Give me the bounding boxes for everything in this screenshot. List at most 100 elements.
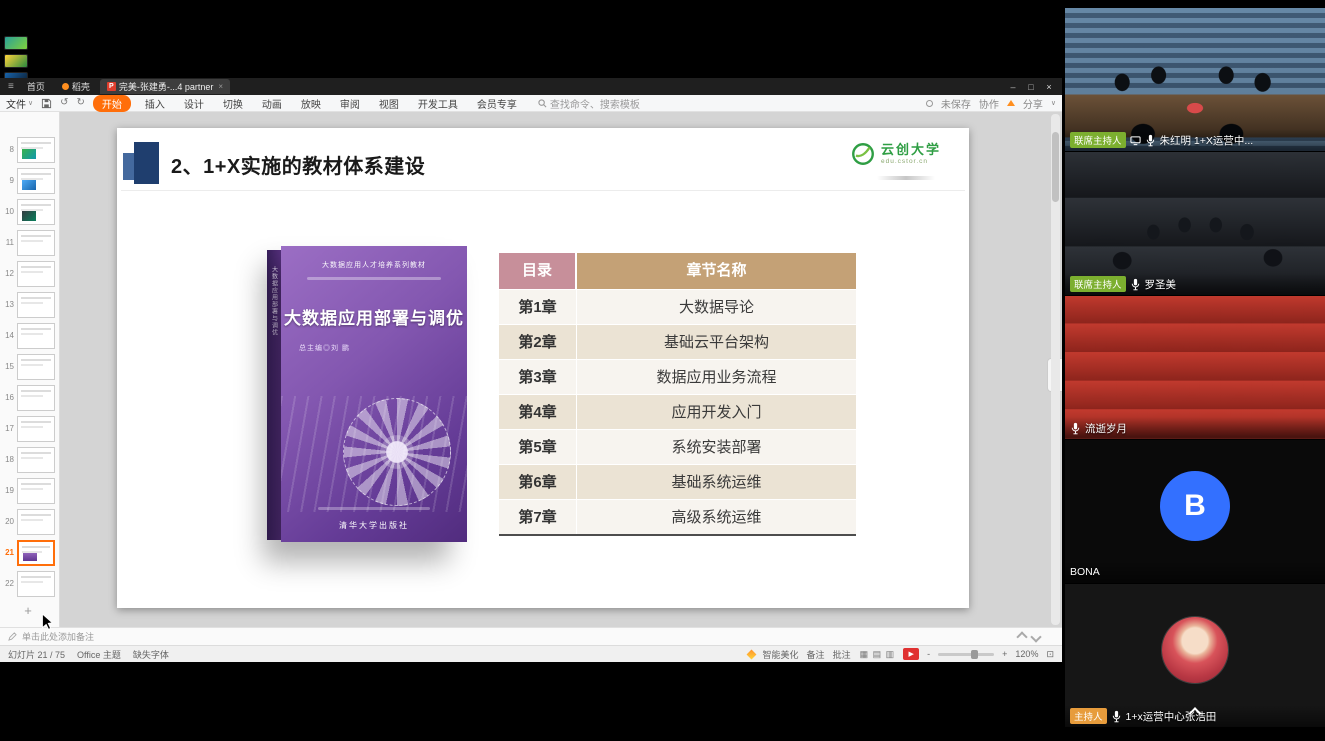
ribbon-tabs: 开始 插入 设计 切换 动画 放映 审阅 视图 开发工具 会员专享 <box>93 95 522 112</box>
slide-thumbnail[interactable]: 10 <box>2 198 59 225</box>
slide-thumbnail-preview <box>17 323 55 349</box>
letter-avatar: B <box>1160 471 1230 541</box>
zoom-out-button[interactable]: - <box>927 649 930 659</box>
video-tile-bona[interactable]: B BONA <box>1065 440 1325 584</box>
reading-view-icon[interactable]: ▥ <box>885 649 896 659</box>
ribbon-tab-transition[interactable]: 切换 <box>218 95 248 112</box>
ribbon-tab-devtools[interactable]: 开发工具 <box>413 95 463 112</box>
slide-thumbnail-selected[interactable]: 21 <box>2 539 59 566</box>
vertical-scrollbar[interactable] <box>1051 114 1060 625</box>
tab-close-icon[interactable]: × <box>216 82 223 91</box>
slide-number: 16 <box>2 393 14 402</box>
ribbon-collapse-icon[interactable]: ∨ <box>1051 99 1056 107</box>
tab-home[interactable]: 首页 <box>20 79 52 94</box>
slide-thumbnail-preview <box>17 137 55 163</box>
slide-thumbnail[interactable]: 13 <box>2 291 59 318</box>
tab-document-label: 完美-张建勇-...4 partner <box>119 80 214 93</box>
video-tile-liushisuiyue[interactable]: 流逝岁月 <box>1065 296 1325 440</box>
slide-number: 22 <box>2 579 14 588</box>
slide-thumbnail[interactable]: 18 <box>2 446 59 473</box>
redo-icon[interactable]: ↻ <box>77 98 85 108</box>
book-publisher: 清华大学出版社 <box>281 520 467 531</box>
missing-font-button[interactable]: 缺失字体 <box>133 648 169 661</box>
undo-icon[interactable]: ↺ <box>60 98 68 108</box>
slide-thumbnail[interactable]: 20 <box>2 508 59 535</box>
slide-number: 18 <box>2 455 14 464</box>
video-tile-zhuhongming[interactable]: 联席主持人 朱红明 1+X运营中... <box>1065 8 1325 152</box>
beautify-button[interactable]: 智能美化 <box>763 648 799 661</box>
slide-thumbnail[interactable]: 9 <box>2 167 59 194</box>
slide-thumbnail[interactable]: 16 <box>2 384 59 411</box>
participant-label: BONA <box>1065 561 1325 583</box>
ribbon-tab-member[interactable]: 会员专享 <box>472 95 522 112</box>
video-tile-luoshengmei[interactable]: 联席主持人 罗圣美 <box>1065 152 1325 296</box>
share-button[interactable]: 分享 <box>1023 96 1043 111</box>
slide-thumbnail[interactable]: 11 <box>2 229 59 256</box>
chapter-table: 目录 章节名称 第1章 大数据导论 第2章 基础云平台架构 第3章 <box>499 253 856 536</box>
chapter-name: 大数据导论 <box>577 290 856 324</box>
slide-thumbnail-preview <box>17 261 55 287</box>
notes-toggle-button[interactable]: 备注 <box>807 648 825 661</box>
ribbon-right-tools: 未保存 协作 分享 ∨ <box>926 96 1056 111</box>
participant-name: 流逝岁月 <box>1085 421 1127 436</box>
zoom-slider[interactable] <box>938 653 994 656</box>
slide-thumbnail[interactable]: 22 <box>2 570 59 597</box>
ribbon-tab-design[interactable]: 设计 <box>179 95 209 112</box>
next-slide-button[interactable] <box>1030 631 1041 642</box>
title-divider <box>121 190 965 191</box>
ribbon-tab-insert[interactable]: 插入 <box>140 95 170 112</box>
video-tile-zhanghaotian[interactable]: 主持人 1+x运营中心张浩田 <box>1065 584 1325 728</box>
desktop-icon[interactable] <box>4 54 28 68</box>
table-header-directory: 目录 <box>499 253 577 289</box>
zoom-level[interactable]: 120% <box>1015 649 1038 659</box>
notes-placeholder[interactable]: 单击此处添加备注 <box>22 630 94 643</box>
table-header-chapter-name: 章节名称 <box>577 253 856 289</box>
menu-icon[interactable]: ≡ <box>5 81 17 92</box>
scrollbar-thumb[interactable] <box>1052 132 1059 202</box>
ribbon-tab-review[interactable]: 审阅 <box>335 95 365 112</box>
slide-thumbnail[interactable]: 14 <box>2 322 59 349</box>
meeting-video-panel: 联席主持人 朱红明 1+X运营中... 联席主持人 罗圣美 流逝岁月 <box>1065 0 1325 741</box>
ribbon-tab-slideshow[interactable]: 放映 <box>296 95 326 112</box>
workspace: 8 9 10 11 12 <box>0 112 1062 627</box>
zoom-in-button[interactable]: + <box>1002 649 1007 659</box>
fullscreen-icon[interactable]: ⊡ <box>1046 649 1054 660</box>
collaborate-button[interactable]: 协作 <box>979 96 999 111</box>
tab-document[interactable]: P 完美-张建勇-...4 partner × <box>100 79 230 94</box>
docer-icon <box>62 83 69 90</box>
tab-docer[interactable]: 稻壳 <box>55 79 97 94</box>
ribbon-tab-animation[interactable]: 动画 <box>257 95 287 112</box>
desktop-icon[interactable] <box>4 36 28 50</box>
zoom-slider-thumb[interactable] <box>971 650 978 659</box>
comments-toggle-button[interactable]: 批注 <box>833 648 851 661</box>
ribbon-tab-home[interactable]: 开始 <box>93 95 131 112</box>
slideshow-play-button[interactable]: ▶ <box>903 648 919 660</box>
status-bar: 幻灯片 21 / 75 Office 主题 缺失字体 智能美化 备注 批注 ▦ … <box>0 645 1062 662</box>
thumbnail-content <box>22 149 36 159</box>
normal-view-icon[interactable]: ▦ <box>859 649 870 659</box>
status-bar-right: 智能美化 备注 批注 ▦ ▤ ▥ ▶ - + 120% ⊡ <box>748 648 1054 661</box>
maximize-button[interactable]: □ <box>1023 79 1039 94</box>
slide-number: 19 <box>2 486 14 495</box>
slide-thumbnail[interactable]: 12 <box>2 260 59 287</box>
chapter-number: 第6章 <box>499 465 577 499</box>
slide-title: 2、1+X实施的教材体系建设 <box>171 150 425 179</box>
previous-slide-button[interactable] <box>1016 631 1027 642</box>
close-button[interactable]: × <box>1041 79 1057 94</box>
add-slide-button[interactable]: + <box>18 603 38 618</box>
slide-thumbnail-preview <box>17 292 55 318</box>
slide-thumbnail[interactable]: 19 <box>2 477 59 504</box>
command-search[interactable]: 查找命令、搜索模板 <box>538 96 640 111</box>
table-row: 第6章 基础系统运维 <box>499 464 856 499</box>
save-icon[interactable] <box>41 98 52 109</box>
slide-thumbnail-preview <box>17 571 55 597</box>
ribbon-tab-view[interactable]: 视图 <box>374 95 404 112</box>
file-menu-button[interactable]: 文件 ∨ <box>6 96 33 111</box>
file-menu-label: 文件 <box>6 96 26 111</box>
slide-21[interactable]: 2、1+X实施的教材体系建设 云创大学 edu.cstor.cn 大数据应用 <box>117 128 969 608</box>
sorter-view-icon[interactable]: ▤ <box>872 649 883 659</box>
minimize-button[interactable]: – <box>1005 79 1021 94</box>
slide-thumbnail[interactable]: 15 <box>2 353 59 380</box>
slide-thumbnail[interactable]: 17 <box>2 415 59 442</box>
slide-thumbnail[interactable]: 8 <box>2 136 59 163</box>
